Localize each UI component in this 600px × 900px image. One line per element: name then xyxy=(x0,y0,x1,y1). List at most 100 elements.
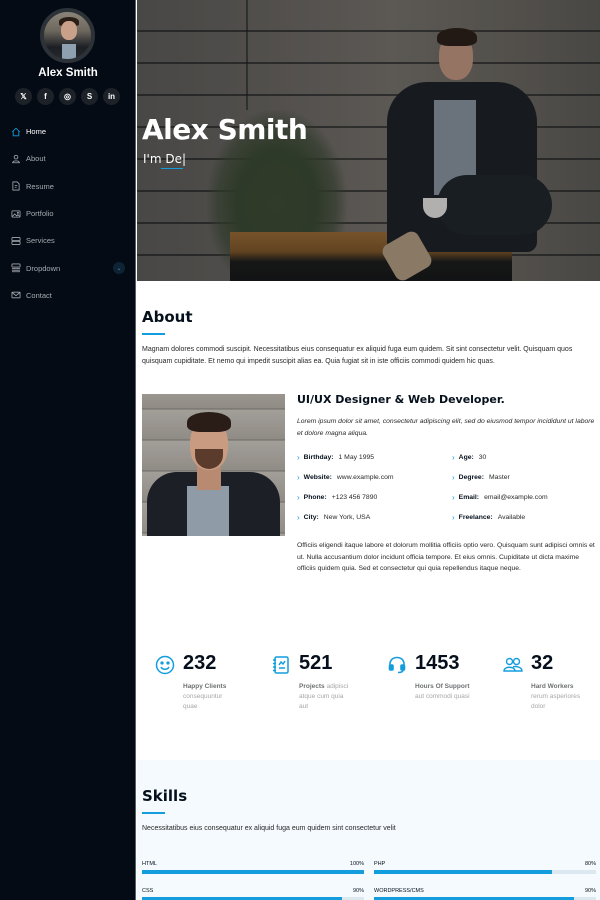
fact-key: Freelance: xyxy=(458,514,493,521)
chevron-right-icon: › xyxy=(452,453,455,462)
nav-item-about[interactable]: About xyxy=(0,145,136,172)
stat-number: 521 xyxy=(299,652,333,674)
fact-birthday: › Birthday: 1 May 1995 xyxy=(297,453,374,462)
fact-freelance: › Freelance: Available xyxy=(452,513,525,522)
chevron-right-icon: › xyxy=(452,473,455,482)
hero-title: Alex Smith xyxy=(142,113,308,146)
nav-item-contact[interactable]: Contact xyxy=(0,282,136,309)
headset-icon xyxy=(387,655,407,675)
skill-name: CSS xyxy=(142,888,154,894)
images-icon xyxy=(11,209,21,219)
stat-label-rest: aut commodi quasi xyxy=(415,693,470,700)
hero-section: Alex Smith I'm De| xyxy=(137,0,600,281)
profile-avatar xyxy=(40,8,95,63)
stat-label: Projects adipisci atque cum quia aut xyxy=(299,682,354,712)
fact-value[interactable]: www.example.com xyxy=(337,474,394,481)
stat-label: Hours Of Support aut commodi quasi xyxy=(415,682,470,702)
chevron-right-icon: › xyxy=(297,473,300,482)
fact-value: New York, USA xyxy=(323,514,371,521)
nav-label: About xyxy=(26,154,46,164)
skill-progress-track xyxy=(374,870,596,874)
profile-name[interactable]: Alex Smith xyxy=(0,67,136,79)
journal-richtext-icon xyxy=(271,655,291,675)
about-title: About xyxy=(142,308,193,326)
skills-title-underline xyxy=(142,812,165,814)
stat-label-bold: Hard Workers xyxy=(531,683,574,690)
fact-value: +123 456 7890 xyxy=(331,494,378,501)
skill-name: WordPress/CMS xyxy=(374,888,424,894)
nav-item-portfolio[interactable]: Portfolio xyxy=(0,200,136,227)
role-description: Lorem ipsum dolor sit amet, consectetur … xyxy=(297,418,595,437)
stat-label-rest: rerum asperiores dolor xyxy=(531,693,581,710)
nav-label: Contact xyxy=(26,290,52,300)
fact-email: › Email: email@example.com xyxy=(452,493,548,502)
linkedin-icon[interactable]: in xyxy=(103,88,120,105)
skill-value: 100% xyxy=(349,861,364,867)
stat-number: 32 xyxy=(531,652,554,674)
skill-name: HTML xyxy=(142,861,157,867)
stat-label-rest: consequuntur quae xyxy=(183,693,223,710)
photo-hair xyxy=(187,412,231,432)
stat-label-bold: Hours Of Support xyxy=(415,683,470,690)
skills-intro: Necessitatibus eius consequatur ex aliqu… xyxy=(142,825,396,832)
sidebar: Alex Smith 𝕏 f ◎ S in Home About Resume xyxy=(0,0,136,900)
people-icon xyxy=(503,655,523,675)
chevron-right-icon: › xyxy=(297,493,300,502)
fact-key: Email: xyxy=(458,494,480,501)
nav-menu: Home About Resume Portfolio Services Dro… xyxy=(0,118,136,309)
skype-icon[interactable]: S xyxy=(81,88,98,105)
x-twitter-icon[interactable]: 𝕏 xyxy=(15,88,32,105)
typed-underline xyxy=(161,168,183,169)
envelope-icon xyxy=(11,290,21,300)
stat-label: Hard Workers rerum asperiores dolor xyxy=(531,682,586,712)
facebook-icon[interactable]: f xyxy=(37,88,54,105)
photo-shirt xyxy=(187,486,229,536)
fact-phone: › Phone: +123 456 7890 xyxy=(297,493,377,502)
role-title: UI/UX Designer & Web Developer. xyxy=(297,393,505,406)
emoji-smile-icon xyxy=(155,655,175,675)
skill-value: 90% xyxy=(584,888,596,894)
instagram-icon[interactable]: ◎ xyxy=(59,88,76,105)
stat-label: Happy Clients consequuntur quae xyxy=(183,682,238,712)
nav-label: Dropdown xyxy=(26,263,61,273)
about-intro: Magnam dolores commodi suscipit. Necessi… xyxy=(142,346,573,365)
nav-item-resume[interactable]: Resume xyxy=(0,173,136,200)
hero-subtitle: I'm De| xyxy=(143,152,187,169)
skill-value: 80% xyxy=(584,861,596,867)
skill-value: 90% xyxy=(352,888,364,894)
fact-key: City: xyxy=(303,514,319,521)
skills-title: Skills xyxy=(142,787,188,805)
about-more-text: Officiis eligendi itaque labore et dolor… xyxy=(297,542,595,572)
nav-label: Services xyxy=(26,236,55,246)
fact-key: Phone: xyxy=(303,494,327,501)
page: Alex Smith 𝕏 f ◎ S in Home About Resume xyxy=(0,0,600,900)
social-links: 𝕏 f ◎ S in xyxy=(15,88,120,105)
hdd-stack-icon xyxy=(11,236,21,246)
fact-value: 1 May 1995 xyxy=(338,454,375,461)
nav-label: Home xyxy=(26,127,47,137)
chevron-right-icon: › xyxy=(297,453,300,462)
fact-value: Master xyxy=(488,474,510,481)
stat-label-bold: Happy Clients xyxy=(183,683,227,690)
skill-progress-fill xyxy=(374,870,552,874)
nav-item-services[interactable]: Services xyxy=(0,227,136,254)
nav-item-dropdown[interactable]: Dropdown ⌄ xyxy=(0,254,136,281)
typed-cursor: | xyxy=(181,152,187,166)
chevron-down-icon[interactable]: ⌄ xyxy=(113,262,125,275)
stat-label-bold: Projects xyxy=(299,683,325,690)
fact-key: Age: xyxy=(458,454,474,461)
fact-key: Birthday: xyxy=(303,454,334,461)
nav-label: Resume xyxy=(26,181,54,191)
house-icon xyxy=(11,127,21,137)
fact-value: 30 xyxy=(478,454,487,461)
chevron-right-icon: › xyxy=(297,513,300,522)
fact-key: Website: xyxy=(303,474,332,481)
person-icon xyxy=(11,154,21,164)
about-title-underline xyxy=(142,333,165,335)
fact-value[interactable]: email@example.com xyxy=(484,494,548,501)
fact-degree: › Degree: Master xyxy=(452,473,510,482)
avatar-shirt xyxy=(62,44,76,59)
file-icon xyxy=(11,181,21,191)
fact-value: Available xyxy=(497,514,526,521)
nav-item-home[interactable]: Home xyxy=(0,118,136,145)
